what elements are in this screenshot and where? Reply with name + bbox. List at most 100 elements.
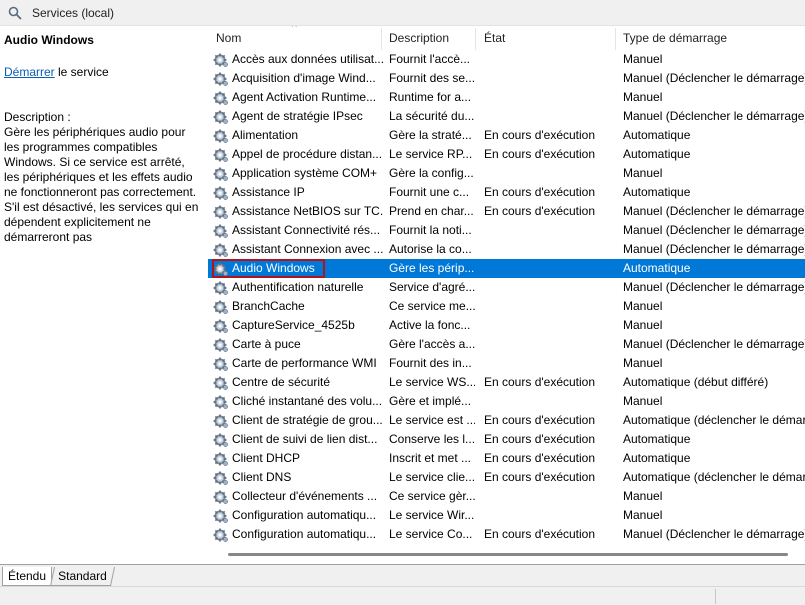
service-description: Gère les périphériques audio pour les pr… (4, 125, 199, 244)
gear-icon (213, 166, 229, 182)
service-desc-cell: Autorise la co... (389, 242, 472, 256)
gear-icon (213, 242, 229, 258)
table-row[interactable]: Application système COM+ Gère la config..… (208, 164, 805, 183)
table-row[interactable]: Assistant Connexion avec ... Autorise la … (208, 240, 805, 259)
column-startup-type[interactable]: Type de démarrage (615, 26, 805, 50)
table-row[interactable]: Client de stratégie de grou... Le service… (208, 411, 805, 430)
gear-icon (213, 71, 229, 87)
table-row[interactable]: Authentification naturelle Service d'agré… (208, 278, 805, 297)
table-row[interactable]: Client DHCP Inscrit et met ... En cours d'… (208, 449, 805, 468)
service-desc-cell: Gère les périp... (389, 261, 475, 275)
service-name: Authentification naturelle (232, 280, 364, 294)
tab-extended[interactable]: Étendu (2, 567, 53, 586)
status-bar (0, 586, 805, 605)
gear-icon (213, 223, 229, 239)
services-icon (8, 6, 22, 20)
service-startup-type: Manuel (623, 299, 663, 313)
table-row[interactable]: BranchCache Ce service me... Manuel (208, 297, 805, 316)
service-state (484, 354, 618, 373)
service-desc-cell: Le service clie... (389, 470, 475, 484)
service-desc-cell: La sécurité du... (389, 109, 475, 123)
service-startup-type: Manuel (Déclencher le démarrage) (623, 280, 805, 294)
service-state (484, 88, 618, 107)
service-state: En cours d'exécution (484, 375, 596, 389)
service-startup-type: Automatique (623, 261, 691, 275)
service-name: Configuration automatiqu... (232, 527, 377, 541)
service-desc-cell: Fournit l'accè... (389, 52, 470, 66)
table-row[interactable]: Alimentation Gère la straté... En cours d'… (208, 126, 805, 145)
service-name: Collecteur d'événements ... (232, 489, 378, 503)
service-name: Accès aux données utilisat... (232, 52, 384, 66)
service-startup-type: Manuel (623, 318, 663, 332)
gear-icon (213, 470, 229, 486)
table-row[interactable]: Accès aux données utilisat... Fournit l'a… (208, 50, 805, 69)
service-name: Appel de procédure distan... (232, 147, 383, 161)
description-label: Description : (4, 110, 71, 124)
service-name: BranchCache (232, 299, 305, 313)
start-service-link[interactable]: Démarrer (4, 65, 55, 79)
table-row[interactable]: Assistance NetBIOS sur TC... Prend en cha… (208, 202, 805, 221)
service-startup-type: Manuel (Déclencher le démarrage) (623, 71, 805, 85)
service-desc-cell: Le service Co... (389, 527, 473, 541)
tab-standard[interactable]: Standard (49, 567, 115, 586)
services-list[interactable]: ^ Nom Description État Type de démarrage… (208, 26, 805, 564)
table-row[interactable]: Carte de performance WMI Fournit des in..… (208, 354, 805, 373)
table-row[interactable]: Audio Windows Gère les périp... Automatiqu… (208, 259, 805, 278)
scrollbar-thumb[interactable] (228, 553, 788, 556)
service-startup-type: Manuel (Déclencher le démarrage) (623, 337, 805, 351)
service-state (484, 107, 618, 126)
service-name: Assistance NetBIOS sur TC... (232, 204, 384, 218)
table-row[interactable]: Assistance IP Fournit une c... En cours d'… (208, 183, 805, 202)
service-state: En cours d'exécution (484, 527, 596, 541)
service-state (484, 278, 618, 297)
column-state[interactable]: État (476, 26, 615, 50)
table-row[interactable]: Acquisition d'image Wind... Fournit des s… (208, 69, 805, 88)
horizontal-scrollbar[interactable] (208, 546, 805, 563)
service-name: Configuration automatiqu... (232, 508, 377, 522)
service-desc-cell: Le service RP... (389, 147, 473, 161)
service-state (484, 506, 618, 525)
table-row[interactable]: Collecteur d'événements ... Ce service gè… (208, 487, 805, 506)
focus-rectangle (212, 259, 325, 278)
column-description[interactable]: Description (381, 26, 475, 50)
gear-icon (213, 204, 229, 220)
service-name: Carte à puce (232, 337, 301, 351)
table-row[interactable]: Agent Activation Runtime... Runtime for a… (208, 88, 805, 107)
table-row[interactable]: Appel de procédure distan... Le service R… (208, 145, 805, 164)
table-row[interactable]: Centre de sécurité Le service WS... En cou… (208, 373, 805, 392)
service-state: En cours d'exécution (484, 204, 596, 218)
table-row[interactable]: Configuration automatiqu... Le service Wi… (208, 506, 805, 525)
service-desc-cell: Le service WS... (389, 375, 475, 389)
gear-icon (213, 299, 229, 315)
service-desc-cell: Fournit des in... (389, 356, 472, 370)
service-startup-type: Manuel (Déclencher le démarrage) (623, 242, 805, 256)
service-state (484, 240, 618, 259)
table-row[interactable]: CaptureService_4525b Active la fonc... Man… (208, 316, 805, 335)
service-name: Agent de stratégie IPsec (232, 109, 363, 123)
service-startup-type: Manuel (Déclencher le démarrage) (623, 527, 805, 541)
gear-icon (213, 147, 229, 163)
gear-icon (213, 128, 229, 144)
service-startup-type: Manuel (623, 166, 663, 180)
gear-icon (213, 280, 229, 296)
service-state (484, 335, 618, 354)
table-row[interactable]: Agent de stratégie IPsec La sécurité du..… (208, 107, 805, 126)
service-desc-cell: Gère la straté... (389, 128, 472, 142)
table-row[interactable]: Carte à puce Gère l'accès a... Manuel (Déc… (208, 335, 805, 354)
service-startup-type: Automatique (623, 432, 691, 446)
column-name[interactable]: Nom (208, 26, 381, 50)
table-row[interactable]: Client de suivi de lien dist... Conserve … (208, 430, 805, 449)
service-desc-cell: Fournit des se... (389, 71, 475, 85)
table-row[interactable]: Cliché instantané des volu... Gère et imp… (208, 392, 805, 411)
service-state (484, 221, 618, 240)
table-row[interactable]: Assistant Connectivité rés... Fournit la … (208, 221, 805, 240)
gear-icon (213, 90, 229, 106)
service-startup-type: Manuel (623, 394, 663, 408)
service-state: En cours d'exécution (484, 470, 596, 484)
gear-icon (213, 52, 229, 68)
service-startup-type: Automatique (déclencher le démarrage) (623, 413, 805, 427)
table-row[interactable]: Configuration automatiqu... Le service Co… (208, 525, 805, 544)
service-startup-type: Manuel (Déclencher le démarrage) (623, 204, 805, 218)
service-desc-cell: Gère l'accès a... (389, 337, 475, 351)
table-row[interactable]: Client DNS Le service clie... En cours d'e… (208, 468, 805, 487)
